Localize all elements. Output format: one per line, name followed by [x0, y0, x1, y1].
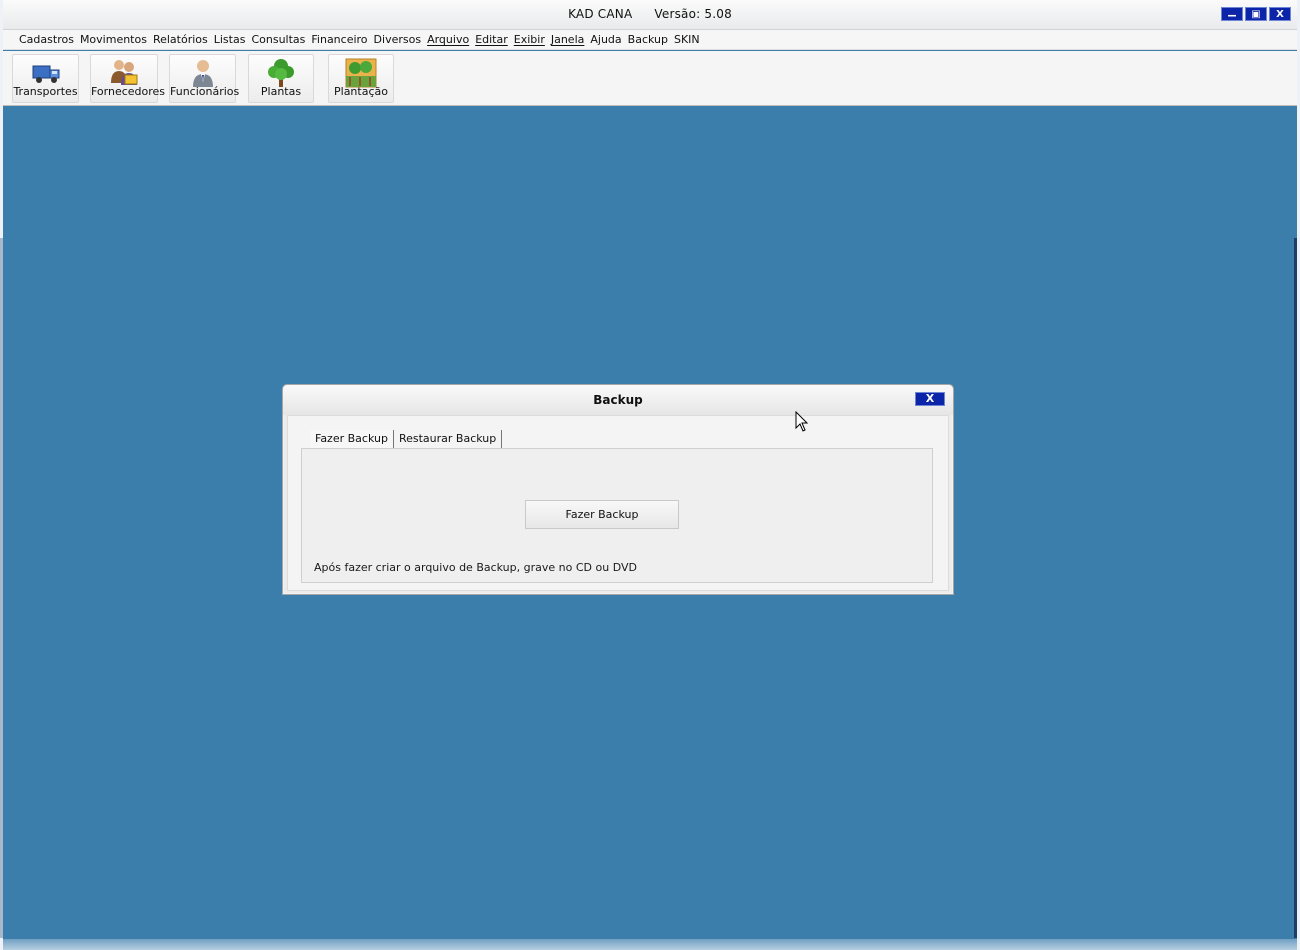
plantas-button[interactable]: Plantas	[248, 54, 314, 103]
left-border	[0, 238, 3, 938]
dialog-title-bar[interactable]: Backup X	[283, 385, 953, 415]
fazer-backup-button[interactable]: Fazer Backup	[525, 500, 679, 529]
menu-exibir[interactable]: Exibir	[511, 33, 548, 46]
minimize-button[interactable]: ▁	[1221, 7, 1243, 21]
dialog-close-button[interactable]: X	[915, 392, 945, 406]
menu-diversos[interactable]: Diversos	[371, 33, 425, 46]
menu-backup[interactable]: Backup	[625, 33, 671, 46]
dialog-title: Backup	[593, 393, 643, 407]
menu-bar: Cadastros Movimentos Relatórios Listas C…	[3, 30, 1297, 50]
dialog-body: Fazer Backup Restaurar Backup Fazer Back…	[287, 415, 949, 591]
menu-ajuda[interactable]: Ajuda	[587, 33, 624, 46]
window-controls: ▁ ▣ X	[1221, 7, 1291, 21]
app-version: Versão: 5.08	[654, 7, 732, 21]
close-button[interactable]: X	[1269, 7, 1291, 21]
tab-strip: Fazer Backup Restaurar Backup	[310, 430, 503, 449]
menu-editar[interactable]: Editar	[472, 33, 511, 46]
mouse-cursor-icon	[795, 411, 809, 432]
menu-listas[interactable]: Listas	[211, 33, 249, 46]
title-bar[interactable]: KAD CANA Versão: 5.08 ▁ ▣ X	[3, 0, 1297, 30]
tab-restaurar-backup[interactable]: Restaurar Backup	[394, 430, 503, 449]
plantacao-button[interactable]: Plantação	[328, 54, 394, 103]
backup-dialog: Backup X Fazer Backup Restaurar Backup F…	[282, 384, 954, 595]
fornecedores-label: Fornecedores	[91, 85, 166, 98]
bottom-border	[3, 939, 1297, 950]
menu-janela[interactable]: Janela	[548, 33, 588, 46]
transportes-button[interactable]: Transportes	[12, 54, 79, 103]
menu-skin[interactable]: SKIN	[671, 33, 703, 46]
tab-fazer-backup[interactable]: Fazer Backup	[310, 430, 394, 449]
funcionarios-label: Funcionários	[170, 85, 240, 98]
toolbar: Transportes Fornecedores Funcionários Pl…	[3, 51, 1297, 106]
plantas-label: Plantas	[260, 85, 302, 98]
app-name: KAD CANA	[568, 7, 633, 21]
tab-panel-fazer-backup: Fazer Backup Após fazer criar o arquivo …	[301, 448, 933, 583]
backup-hint: Após fazer criar o arquivo de Backup, gr…	[314, 561, 637, 574]
menu-relatorios[interactable]: Relatórios	[150, 33, 211, 46]
menu-movimentos[interactable]: Movimentos	[77, 33, 150, 46]
plantacao-label: Plantação	[334, 85, 388, 98]
fornecedores-button[interactable]: Fornecedores	[90, 54, 166, 103]
maximize-button[interactable]: ▣	[1245, 7, 1267, 21]
funcionarios-button[interactable]: Funcionários	[169, 54, 240, 103]
transportes-label: Transportes	[13, 85, 78, 98]
menu-financeiro[interactable]: Financeiro	[308, 33, 370, 46]
menu-consultas[interactable]: Consultas	[248, 33, 308, 46]
menu-cadastros[interactable]: Cadastros	[16, 33, 77, 46]
window-title: KAD CANA Versão: 5.08	[3, 7, 1297, 21]
menu-arquivo[interactable]: Arquivo	[424, 33, 472, 46]
right-border	[1294, 238, 1297, 938]
